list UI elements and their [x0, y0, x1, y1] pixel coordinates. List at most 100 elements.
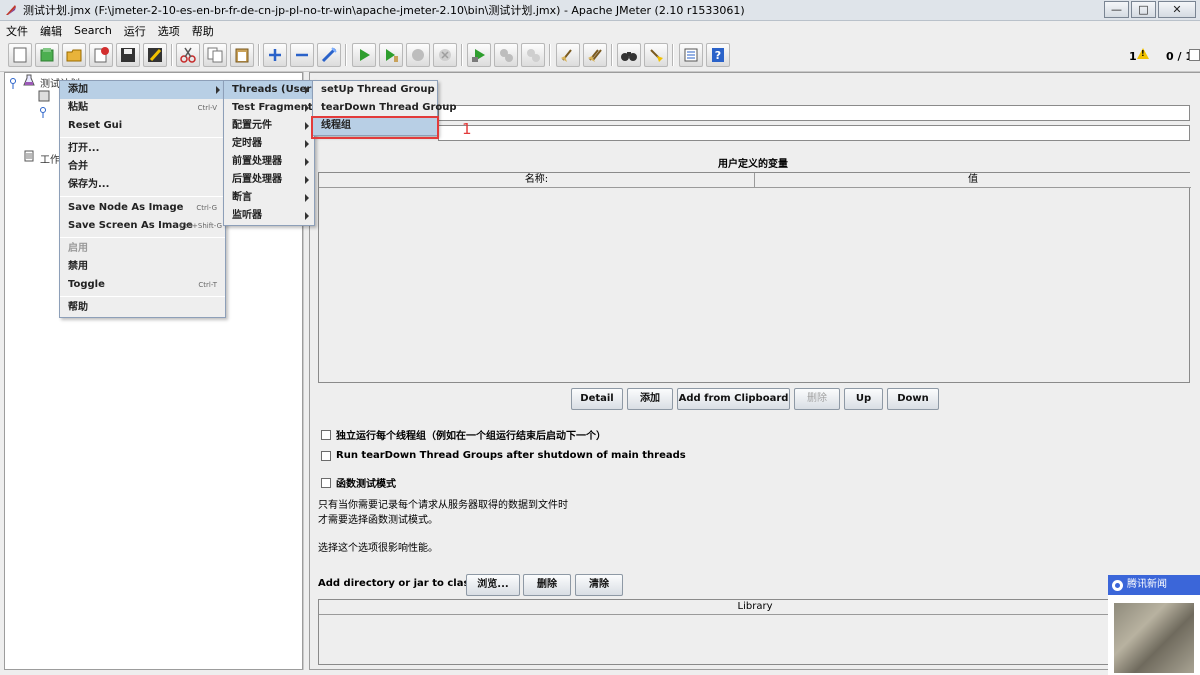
toolbar-separator: [672, 44, 674, 66]
menu-item-enable[interactable]: 启用: [60, 240, 225, 258]
menu-item-disable[interactable]: 禁用: [60, 258, 225, 276]
open-button[interactable]: [62, 43, 86, 67]
remote-shutdown-button[interactable]: [521, 43, 545, 67]
submenu-item-teardown-thread-group[interactable]: tearDown Thread Group: [313, 99, 457, 117]
submenu-arrow-icon: [305, 194, 309, 202]
functional-mode-checkbox[interactable]: [321, 477, 331, 488]
table-header-name[interactable]: 名称:: [319, 173, 755, 188]
paste-button[interactable]: [230, 43, 254, 67]
detail-button[interactable]: Detail: [571, 388, 623, 410]
close-plan-button[interactable]: [89, 43, 113, 67]
save-as-button[interactable]: [143, 43, 167, 67]
delete-button[interactable]: 删除: [794, 388, 840, 410]
new-button[interactable]: [8, 43, 32, 67]
submenu-item-setup-thread-group[interactable]: setUp Thread Group: [313, 81, 437, 99]
wand-icon: [321, 47, 337, 63]
teardown-option[interactable]: Run tearDown Thread Groups after shutdow…: [321, 450, 686, 461]
classpath-delete-button[interactable]: 删除: [523, 574, 571, 596]
menu-item-open[interactable]: 打开...: [60, 140, 225, 158]
menu-bar: 文件 编辑 Search 运行 选项 帮助: [0, 21, 1200, 40]
start-button[interactable]: [352, 43, 376, 67]
menu-file[interactable]: 文件: [6, 23, 28, 39]
menu-item-help[interactable]: 帮助: [60, 299, 225, 317]
browse-button[interactable]: 浏览...: [466, 574, 520, 596]
close-button[interactable]: ✕: [1158, 1, 1196, 18]
submenu-item-config[interactable]: 配置元件: [224, 117, 314, 135]
shutdown-button[interactable]: [433, 43, 457, 67]
clear-all-button[interactable]: [583, 43, 607, 67]
user-vars-table[interactable]: 名称: 值: [318, 172, 1191, 383]
remote-stop-button[interactable]: [494, 43, 518, 67]
menu-run[interactable]: 运行: [124, 23, 146, 39]
warning-icon[interactable]: [1137, 48, 1149, 59]
table-header-value[interactable]: 值: [755, 173, 1191, 188]
stop-circle-icon: [412, 49, 424, 61]
function-helper-button[interactable]: [679, 43, 703, 67]
submenu-item-listener[interactable]: 监听器: [224, 207, 314, 225]
expand-all-button[interactable]: [263, 43, 287, 67]
menu-item-save-node-image[interactable]: Save Node As Image Ctrl-G: [60, 199, 225, 217]
toggle-label: Toggle: [68, 279, 105, 290]
news-widget[interactable]: 腾讯新闻: [1108, 575, 1200, 675]
teardown-checkbox[interactable]: [321, 450, 331, 461]
independent-threads-option[interactable]: 独立运行每个线程组（例如在一个组运行结束后启动下一个）: [321, 427, 606, 442]
functional-mode-option[interactable]: 函数测试模式: [321, 475, 396, 490]
submenu-item-threads[interactable]: Threads (Users): [224, 81, 322, 99]
toggle-button[interactable]: [317, 43, 341, 67]
menu-search[interactable]: Search: [74, 24, 112, 37]
library-table[interactable]: Library: [318, 599, 1191, 665]
add-button[interactable]: 添加: [627, 388, 673, 410]
copy-button[interactable]: [203, 43, 227, 67]
search-button[interactable]: [617, 43, 641, 67]
menu-item-toggle[interactable]: Toggle Ctrl-T: [60, 276, 225, 294]
submenu-arrow-icon: [216, 86, 220, 94]
submenu-item-postprocessor[interactable]: 后置处理器: [224, 171, 314, 189]
submenu-arrow-icon: [305, 158, 309, 166]
menu-item-save-screen-image[interactable]: Save Screen As Image Ctrl+Shift-G: [60, 217, 225, 235]
maximize-button[interactable]: □: [1131, 1, 1156, 18]
cut-button[interactable]: [176, 43, 200, 67]
tree-connector-icon: [40, 107, 46, 118]
menu-help[interactable]: 帮助: [192, 23, 214, 39]
menu-item-reset-gui[interactable]: Reset Gui: [60, 117, 225, 135]
classpath-clear-button[interactable]: 清除: [575, 574, 623, 596]
menu-item-save-as[interactable]: 保存为...: [60, 176, 225, 194]
add-from-clipboard-button[interactable]: Add from Clipboard: [677, 388, 790, 410]
save-node-image-label: Save Node As Image: [68, 202, 184, 213]
window-controls: — □ ✕: [1104, 1, 1196, 18]
submenu-arrow-icon: [305, 86, 309, 94]
minimize-button[interactable]: —: [1104, 1, 1129, 18]
independent-threads-checkbox[interactable]: [321, 429, 331, 440]
templates-button[interactable]: [35, 43, 59, 67]
broom-all-icon: [588, 49, 602, 62]
toolbar-separator: [258, 44, 260, 66]
remote-start-button[interactable]: [467, 43, 491, 67]
news-thumbnail[interactable]: [1114, 603, 1194, 673]
menu-options[interactable]: 选项: [158, 23, 180, 39]
menu-item-paste[interactable]: 粘贴 Ctrl-V: [60, 99, 225, 117]
library-header[interactable]: Library: [319, 600, 1191, 615]
clipboard-icon: [235, 48, 249, 63]
submenu-item-test-fragment[interactable]: Test Fragment: [224, 99, 314, 117]
menu-edit[interactable]: 编辑: [40, 23, 62, 39]
stop-button[interactable]: [406, 43, 430, 67]
add-submenu: Threads (Users) Test Fragment 配置元件 定时器 前…: [223, 80, 322, 226]
menu-item-merge[interactable]: 合并: [60, 158, 225, 176]
annotation-number: 1: [462, 120, 472, 138]
submenu-item-timer[interactable]: 定时器: [224, 135, 314, 153]
comments-field[interactable]: [438, 125, 1190, 141]
broom-icon: [561, 49, 572, 62]
down-button[interactable]: Down: [887, 388, 939, 410]
name-field[interactable]: [438, 105, 1190, 121]
clear-button[interactable]: [556, 43, 580, 67]
up-button[interactable]: Up: [844, 388, 883, 410]
menu-item-add[interactable]: 添加: [60, 81, 225, 99]
start-no-pauses-button[interactable]: [379, 43, 403, 67]
jmeter-feather-icon: [4, 3, 18, 17]
save-button[interactable]: [116, 43, 140, 67]
reset-search-button[interactable]: [644, 43, 668, 67]
submenu-item-preprocessor[interactable]: 前置处理器: [224, 153, 314, 171]
help-button[interactable]: ?: [706, 43, 730, 67]
submenu-item-assertion[interactable]: 断言: [224, 189, 314, 207]
collapse-all-button[interactable]: [290, 43, 314, 67]
